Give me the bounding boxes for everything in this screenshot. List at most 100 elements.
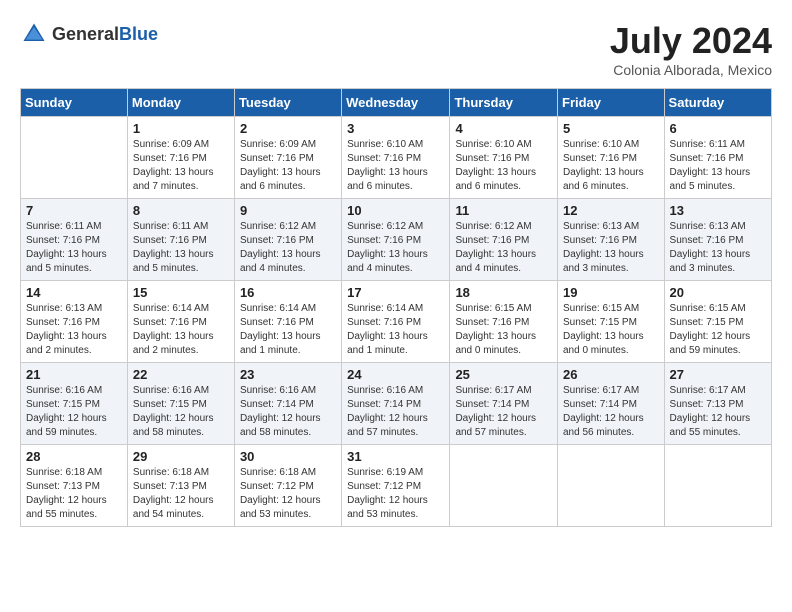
calendar-cell: 1 Sunrise: 6:09 AM Sunset: 7:16 PM Daylig… xyxy=(127,117,234,199)
month-year-title: July 2024 xyxy=(610,20,772,62)
day-number: 29 xyxy=(133,449,229,464)
day-number: 16 xyxy=(240,285,336,300)
day-number: 19 xyxy=(563,285,659,300)
day-number: 3 xyxy=(347,121,444,136)
calendar-cell: 2 Sunrise: 6:09 AM Sunset: 7:16 PM Daylig… xyxy=(234,117,341,199)
day-number: 20 xyxy=(670,285,766,300)
calendar-cell: 13 Sunrise: 6:13 AM Sunset: 7:16 PM Dayli… xyxy=(664,199,771,281)
logo: GeneralBlue xyxy=(20,20,158,48)
day-info: Sunrise: 6:09 AM Sunset: 7:16 PM Dayligh… xyxy=(133,138,229,194)
day-info: Sunrise: 6:19 AM Sunset: 7:12 PM Dayligh… xyxy=(347,466,444,522)
title-block: July 2024 Colonia Alborada, Mexico xyxy=(610,20,772,78)
day-number: 5 xyxy=(563,121,659,136)
day-info: Sunrise: 6:14 AM Sunset: 7:16 PM Dayligh… xyxy=(240,302,336,358)
calendar-cell: 19 Sunrise: 6:15 AM Sunset: 7:15 PM Dayli… xyxy=(558,281,665,363)
day-info: Sunrise: 6:11 AM Sunset: 7:16 PM Dayligh… xyxy=(670,138,766,194)
location-subtitle: Colonia Alborada, Mexico xyxy=(610,62,772,78)
day-info: Sunrise: 6:16 AM Sunset: 7:14 PM Dayligh… xyxy=(240,384,336,440)
day-number: 27 xyxy=(670,367,766,382)
logo-text-general: General xyxy=(52,24,119,44)
day-of-week-header: Thursday xyxy=(450,89,558,117)
day-number: 12 xyxy=(563,203,659,218)
day-info: Sunrise: 6:09 AM Sunset: 7:16 PM Dayligh… xyxy=(240,138,336,194)
calendar-cell xyxy=(558,445,665,527)
day-info: Sunrise: 6:18 AM Sunset: 7:12 PM Dayligh… xyxy=(240,466,336,522)
day-info: Sunrise: 6:18 AM Sunset: 7:13 PM Dayligh… xyxy=(133,466,229,522)
page-header: GeneralBlue July 2024 Colonia Alborada, … xyxy=(20,20,772,78)
day-number: 25 xyxy=(455,367,552,382)
day-number: 13 xyxy=(670,203,766,218)
day-number: 4 xyxy=(455,121,552,136)
calendar-cell: 7 Sunrise: 6:11 AM Sunset: 7:16 PM Daylig… xyxy=(21,199,128,281)
day-number: 6 xyxy=(670,121,766,136)
calendar-cell: 21 Sunrise: 6:16 AM Sunset: 7:15 PM Dayli… xyxy=(21,363,128,445)
day-info: Sunrise: 6:17 AM Sunset: 7:13 PM Dayligh… xyxy=(670,384,766,440)
calendar-cell: 29 Sunrise: 6:18 AM Sunset: 7:13 PM Dayli… xyxy=(127,445,234,527)
calendar-cell: 22 Sunrise: 6:16 AM Sunset: 7:15 PM Dayli… xyxy=(127,363,234,445)
day-info: Sunrise: 6:12 AM Sunset: 7:16 PM Dayligh… xyxy=(455,220,552,276)
calendar-cell: 3 Sunrise: 6:10 AM Sunset: 7:16 PM Daylig… xyxy=(342,117,450,199)
day-number: 22 xyxy=(133,367,229,382)
day-of-week-header: Tuesday xyxy=(234,89,341,117)
calendar-cell: 16 Sunrise: 6:14 AM Sunset: 7:16 PM Dayli… xyxy=(234,281,341,363)
calendar-cell: 30 Sunrise: 6:18 AM Sunset: 7:12 PM Dayli… xyxy=(234,445,341,527)
day-info: Sunrise: 6:13 AM Sunset: 7:16 PM Dayligh… xyxy=(26,302,122,358)
day-info: Sunrise: 6:12 AM Sunset: 7:16 PM Dayligh… xyxy=(347,220,444,276)
logo-text-blue: Blue xyxy=(119,24,158,44)
calendar-cell: 27 Sunrise: 6:17 AM Sunset: 7:13 PM Dayli… xyxy=(664,363,771,445)
day-info: Sunrise: 6:17 AM Sunset: 7:14 PM Dayligh… xyxy=(563,384,659,440)
day-number: 1 xyxy=(133,121,229,136)
day-info: Sunrise: 6:17 AM Sunset: 7:14 PM Dayligh… xyxy=(455,384,552,440)
day-info: Sunrise: 6:11 AM Sunset: 7:16 PM Dayligh… xyxy=(26,220,122,276)
calendar-cell: 18Sunrise: 6:15 AM Sunset: 7:16 PM Dayli… xyxy=(450,281,558,363)
calendar-cell: 11 Sunrise: 6:12 AM Sunset: 7:16 PM Dayli… xyxy=(450,199,558,281)
calendar-cell: 31 Sunrise: 6:19 AM Sunset: 7:12 PM Dayli… xyxy=(342,445,450,527)
day-info: Sunrise: 6:15 AM Sunset: 7:15 PM Dayligh… xyxy=(670,302,766,358)
day-info: Sunrise: 6:16 AM Sunset: 7:14 PM Dayligh… xyxy=(347,384,444,440)
day-info: Sunrise: 6:15 AM Sunset: 7:15 PM Dayligh… xyxy=(563,302,659,358)
day-number: 11 xyxy=(455,203,552,218)
day-number: 14 xyxy=(26,285,122,300)
day-info: Sunrise: 6:12 AM Sunset: 7:16 PM Dayligh… xyxy=(240,220,336,276)
day-number: 18 xyxy=(455,285,552,300)
day-number: 21 xyxy=(26,367,122,382)
calendar-cell: 23 Sunrise: 6:16 AM Sunset: 7:14 PM Dayli… xyxy=(234,363,341,445)
day-info: Sunrise: 6:13 AM Sunset: 7:16 PM Dayligh… xyxy=(670,220,766,276)
day-number: 23 xyxy=(240,367,336,382)
calendar-cell xyxy=(21,117,128,199)
day-info: Sunrise: 6:10 AM Sunset: 7:16 PM Dayligh… xyxy=(347,138,444,194)
day-info: Sunrise: 6:11 AM Sunset: 7:16 PM Dayligh… xyxy=(133,220,229,276)
calendar-cell: 15 Sunrise: 6:14 AM Sunset: 7:16 PM Dayli… xyxy=(127,281,234,363)
day-info: Sunrise: 6:10 AM Sunset: 7:16 PM Dayligh… xyxy=(455,138,552,194)
calendar-table: SundayMondayTuesdayWednesdayThursdayFrid… xyxy=(20,88,772,527)
calendar-week-row: 1 Sunrise: 6:09 AM Sunset: 7:16 PM Daylig… xyxy=(21,117,772,199)
calendar-week-row: 14 Sunrise: 6:13 AM Sunset: 7:16 PM Dayli… xyxy=(21,281,772,363)
calendar-cell: 20 Sunrise: 6:15 AM Sunset: 7:15 PM Dayli… xyxy=(664,281,771,363)
calendar-cell: 4 Sunrise: 6:10 AM Sunset: 7:16 PM Daylig… xyxy=(450,117,558,199)
day-info: Sunrise: 6:16 AM Sunset: 7:15 PM Dayligh… xyxy=(26,384,122,440)
day-of-week-header: Friday xyxy=(558,89,665,117)
day-number: 31 xyxy=(347,449,444,464)
day-number: 28 xyxy=(26,449,122,464)
calendar-week-row: 21 Sunrise: 6:16 AM Sunset: 7:15 PM Dayli… xyxy=(21,363,772,445)
day-info: Sunrise: 6:14 AM Sunset: 7:16 PM Dayligh… xyxy=(133,302,229,358)
day-info: Sunrise: 6:16 AM Sunset: 7:15 PM Dayligh… xyxy=(133,384,229,440)
day-number: 30 xyxy=(240,449,336,464)
day-number: 26 xyxy=(563,367,659,382)
day-info: Sunrise: 6:14 AM Sunset: 7:16 PM Dayligh… xyxy=(347,302,444,358)
calendar-cell: 24Sunrise: 6:16 AM Sunset: 7:14 PM Dayli… xyxy=(342,363,450,445)
logo-icon xyxy=(20,20,48,48)
calendar-cell: 10Sunrise: 6:12 AM Sunset: 7:16 PM Dayli… xyxy=(342,199,450,281)
calendar-cell: 9Sunrise: 6:12 AM Sunset: 7:16 PM Daylig… xyxy=(234,199,341,281)
day-number: 7 xyxy=(26,203,122,218)
calendar-cell: 26 Sunrise: 6:17 AM Sunset: 7:14 PM Dayli… xyxy=(558,363,665,445)
day-number: 17 xyxy=(347,285,444,300)
day-number: 2 xyxy=(240,121,336,136)
day-of-week-header: Saturday xyxy=(664,89,771,117)
day-of-week-header: Monday xyxy=(127,89,234,117)
calendar-cell xyxy=(664,445,771,527)
day-number: 8 xyxy=(133,203,229,218)
day-of-week-header: Wednesday xyxy=(342,89,450,117)
calendar-week-row: 7 Sunrise: 6:11 AM Sunset: 7:16 PM Daylig… xyxy=(21,199,772,281)
day-number: 15 xyxy=(133,285,229,300)
